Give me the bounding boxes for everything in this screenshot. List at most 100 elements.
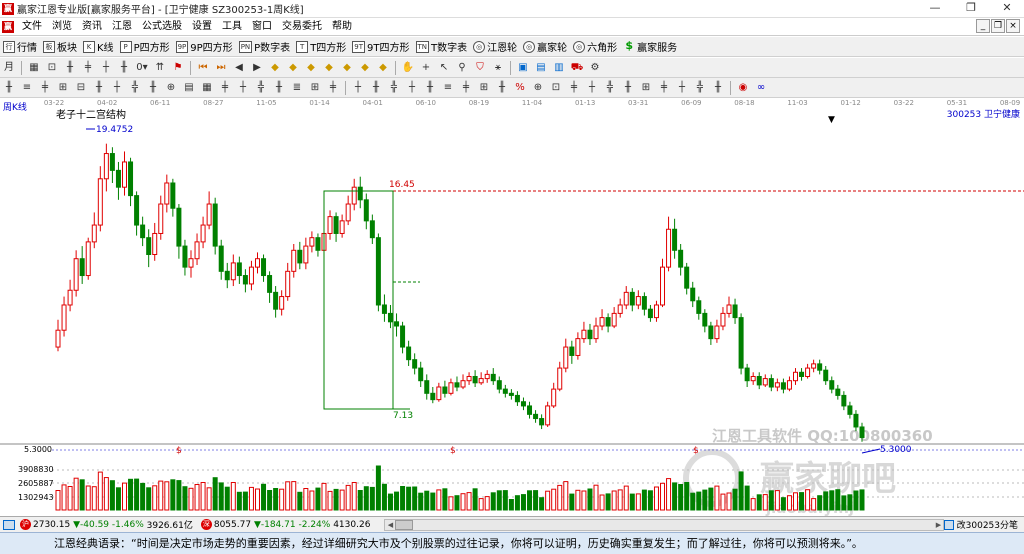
diamond1-icon[interactable]: ◆ xyxy=(268,61,282,75)
pointer-icon[interactable]: ↖ xyxy=(437,61,451,75)
9p-square-button[interactable]: 9P 9P四方形 xyxy=(175,39,233,54)
gann-wheel-button[interactable]: ◎ 江恩轮 xyxy=(473,39,517,54)
kline-button[interactable]: K K线 xyxy=(83,39,114,54)
diamond7-icon[interactable]: ◆ xyxy=(376,61,390,75)
line-tool-16-icon[interactable]: ╫ xyxy=(272,81,286,95)
candle-icon[interactable]: ┼ xyxy=(99,61,113,75)
line-tool-20-icon[interactable]: ┼ xyxy=(351,81,365,95)
diamond3-icon[interactable]: ◆ xyxy=(304,61,318,75)
scroll-right-icon[interactable]: ▶ xyxy=(933,520,943,530)
menu-tools[interactable]: 工具 xyxy=(217,18,247,36)
next-icon[interactable]: ▶ xyxy=(250,61,264,75)
line-tool-27-icon[interactable]: ⊞ xyxy=(477,81,491,95)
line-tool-14-icon[interactable]: ┼ xyxy=(236,81,250,95)
bar-chart-icon[interactable]: ╫ xyxy=(63,61,77,75)
scroll-thumb[interactable] xyxy=(395,519,414,530)
zoom-icon[interactable]: ⚲ xyxy=(455,61,469,75)
chart-icon[interactable]: ▥ xyxy=(552,61,566,75)
line-tool-30-icon[interactable]: ⊕ xyxy=(531,81,545,95)
line-tool-22-icon[interactable]: ╬ xyxy=(387,81,401,95)
line-tool-35-icon[interactable]: ╫ xyxy=(621,81,635,95)
line-tool-40-icon[interactable]: ╫ xyxy=(711,81,725,95)
chart-scrollbar[interactable]: ◀ ▶ xyxy=(384,518,945,531)
line-tool-5-icon[interactable]: ⊟ xyxy=(74,81,88,95)
zero-icon[interactable]: 0▾ xyxy=(135,61,149,75)
menu-file[interactable]: 文件 xyxy=(17,18,47,36)
menu-formula[interactable]: 公式选股 xyxy=(137,18,187,36)
menu-browse[interactable]: 浏览 xyxy=(47,18,77,36)
line-tool-21-icon[interactable]: ╫ xyxy=(369,81,383,95)
menu-trade[interactable]: 交易委托 xyxy=(277,18,327,36)
last-icon[interactable]: ⏭ xyxy=(214,61,228,75)
line-tool-1-icon[interactable]: ╫ xyxy=(2,81,16,95)
line-tool-2-icon[interactable]: ≡ xyxy=(20,81,34,95)
report-icon[interactable]: ▤ xyxy=(534,61,548,75)
line-tool-26-icon[interactable]: ╪ xyxy=(459,81,473,95)
color-wheel-icon[interactable]: ◉ xyxy=(736,81,750,95)
diamond4-icon[interactable]: ◆ xyxy=(322,61,336,75)
first-icon[interactable]: ⏮ xyxy=(196,61,210,75)
line-tool-4-icon[interactable]: ⊞ xyxy=(56,81,70,95)
bar-chart2-icon[interactable]: ╪ xyxy=(81,61,95,75)
quotes-button[interactable]: 行行情 xyxy=(3,39,37,54)
hexagon-button[interactable]: ◎ 六角形 xyxy=(573,39,617,54)
config-icon[interactable]: ⚙ xyxy=(588,61,602,75)
kline-chart[interactable]: 03-22 04-02 06-11 08-27 11-05 01-14 04-01 06-10… xyxy=(0,98,1024,516)
tile-icon[interactable] xyxy=(943,519,954,530)
line-tool-28-icon[interactable]: ╫ xyxy=(495,81,509,95)
sz-index[interactable]: 深 8055.77 ▼-184.71 -2.24% 4130.26 xyxy=(199,519,370,530)
winner-wheel-button[interactable]: ◎ 赢家轮 xyxy=(523,39,567,54)
9t-square-button[interactable]: 9T 9T四方形 xyxy=(352,39,410,54)
t-square-button[interactable]: T T四方形 xyxy=(296,39,346,54)
line-tool-8-icon[interactable]: ╬ xyxy=(128,81,142,95)
mdi-restore-button[interactable]: ❐ xyxy=(991,19,1005,33)
line-tool-6-icon[interactable]: ╫ xyxy=(92,81,106,95)
line-tool-39-icon[interactable]: ╬ xyxy=(693,81,707,95)
line-tool-32-icon[interactable]: ╪ xyxy=(567,81,581,95)
line-tool-24-icon[interactable]: ╫ xyxy=(423,81,437,95)
infinity-icon[interactable]: ∞ xyxy=(754,81,768,95)
line-tool-18-icon[interactable]: ⊞ xyxy=(308,81,322,95)
line-tool-25-icon[interactable]: ≡ xyxy=(441,81,455,95)
dropdown-arrow-icon[interactable]: ▼ xyxy=(828,115,835,125)
chart-area[interactable]: 03-22 04-02 06-11 08-27 11-05 01-14 04-01 06-10… xyxy=(0,98,1024,516)
line-tool-37-icon[interactable]: ╪ xyxy=(657,81,671,95)
line-tool-3-icon[interactable]: ╪ xyxy=(38,81,52,95)
shield-icon[interactable]: ⛉ xyxy=(473,61,487,75)
mdi-minimize-button[interactable]: _ xyxy=(976,19,990,33)
minimize-button[interactable]: — xyxy=(918,0,952,18)
line-tool-12-icon[interactable]: ▦ xyxy=(200,81,214,95)
mdi-close-button[interactable]: × xyxy=(1006,19,1020,33)
car-icon[interactable]: ⛟ xyxy=(570,61,584,75)
grid-icon[interactable]: ▦ xyxy=(27,61,41,75)
sector-button[interactable]: 板板块 xyxy=(43,39,77,54)
dividend-marker-2[interactable]: $ xyxy=(450,446,456,456)
line-tool-13-icon[interactable]: ╪ xyxy=(218,81,232,95)
p-number-table-button[interactable]: PN P数字表 xyxy=(238,39,290,54)
diamond6-icon[interactable]: ◆ xyxy=(358,61,372,75)
period-select-icon[interactable]: 月▾ xyxy=(2,61,16,87)
close-button[interactable]: ✕ xyxy=(990,0,1024,18)
maximize-button[interactable]: ❐ xyxy=(954,0,988,18)
line-tool-7-icon[interactable]: ┼ xyxy=(110,81,124,95)
p-square-button[interactable]: P P四方形 xyxy=(119,39,170,54)
up-arrow-icon[interactable]: ⇈ xyxy=(153,61,167,75)
scroll-left-icon[interactable]: ◀ xyxy=(385,520,395,530)
dividend-marker-3[interactable]: $ xyxy=(693,446,699,456)
candle2-icon[interactable]: ╫ xyxy=(117,61,131,75)
menu-info[interactable]: 资讯 xyxy=(77,18,107,36)
line-tool-31-icon[interactable]: ⊡ xyxy=(549,81,563,95)
dividend-marker-1[interactable]: $ xyxy=(176,446,182,456)
menu-help[interactable]: 帮助 xyxy=(327,18,357,36)
line-tool-19-icon[interactable]: ╪ xyxy=(326,81,340,95)
line-tool-29-icon[interactable]: % xyxy=(513,81,527,95)
calendar-icon[interactable]: ▣ xyxy=(516,61,530,75)
sh-index[interactable]: 沪 2730.15 ▼-40.59 -1.46% 3926.61亿 xyxy=(0,518,193,531)
cursor-icon[interactable]: ⊡ xyxy=(45,61,59,75)
line-tool-11-icon[interactable]: ▤ xyxy=(182,81,196,95)
menu-settings[interactable]: 设置 xyxy=(187,18,217,36)
line-tool-23-icon[interactable]: ┼ xyxy=(405,81,419,95)
menu-gann[interactable]: 江恩 xyxy=(107,18,137,36)
prev-icon[interactable]: ◀ xyxy=(232,61,246,75)
menu-window[interactable]: 窗口 xyxy=(247,18,277,36)
